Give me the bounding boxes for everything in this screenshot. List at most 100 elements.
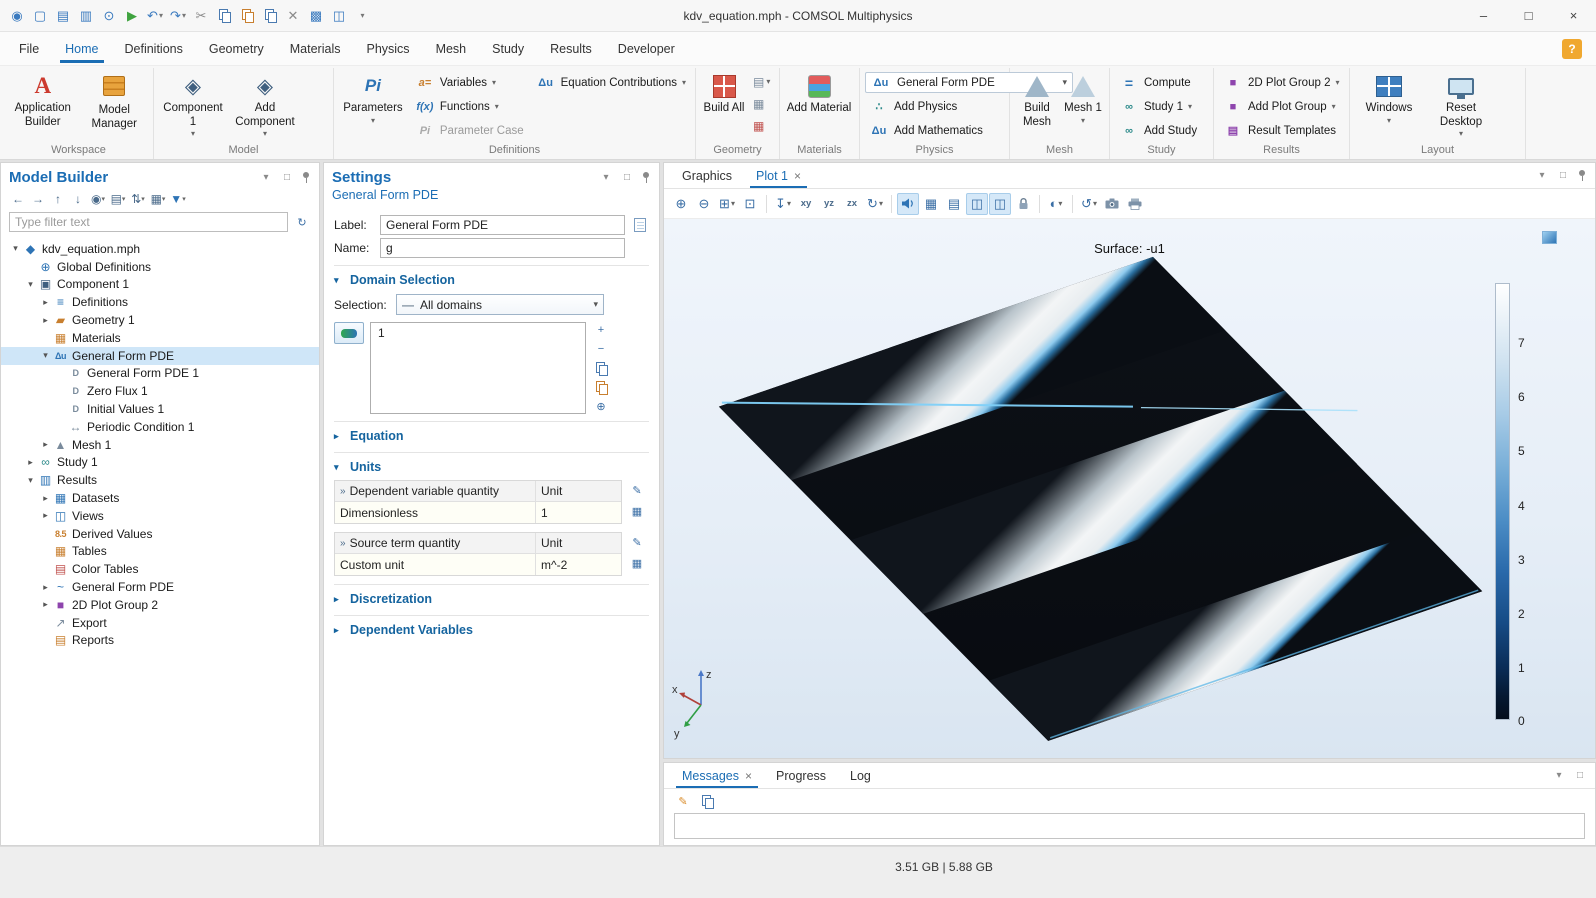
chevron-down-icon[interactable]: ▾: [24, 475, 37, 486]
reset-view-icon[interactable]: ↺▾: [1078, 193, 1100, 215]
chevron-right-icon[interactable]: ▸: [39, 493, 52, 504]
chevron-right-icon[interactable]: ▸: [39, 439, 52, 450]
tree-item-initial-values1[interactable]: DInitial Values 1: [1, 400, 319, 418]
duplicate-icon[interactable]: [259, 4, 281, 28]
units-header[interactable]: ▾ Units: [334, 458, 649, 476]
sound-icon[interactable]: [897, 193, 919, 215]
lock-axes-icon[interactable]: [1012, 193, 1034, 215]
tree-item-zero-flux1[interactable]: DZero Flux 1: [1, 382, 319, 400]
functions-button[interactable]: f(x) Functions ▾: [411, 96, 528, 117]
plot-properties-icon[interactable]: [1542, 231, 1557, 244]
tab-definitions[interactable]: Definitions: [112, 32, 196, 65]
domain-list[interactable]: 1: [370, 322, 586, 414]
tree-item-datasets[interactable]: ▸▦Datasets: [1, 489, 319, 507]
pin-icon[interactable]: [641, 172, 651, 183]
tree-item-tables[interactable]: ▦Tables: [1, 543, 319, 561]
tab-geometry[interactable]: Geometry: [196, 32, 277, 65]
help-button[interactable]: ?: [1562, 39, 1582, 59]
chevron-right-icon[interactable]: ▸: [39, 315, 52, 326]
rename-icon[interactable]: [631, 217, 649, 233]
cut-icon[interactable]: ✂: [190, 4, 212, 28]
open-file-icon[interactable]: ▤: [52, 4, 74, 28]
unit-cell[interactable]: m^-2: [535, 554, 621, 575]
pin-icon[interactable]: [301, 172, 311, 183]
chevron-down-icon[interactable]: ▾: [259, 172, 273, 183]
save-file-icon[interactable]: ▥: [75, 4, 97, 28]
zoom-out-icon[interactable]: ⊖: [693, 193, 715, 215]
search-icon[interactable]: ⊙: [98, 4, 120, 28]
node-label-options-icon[interactable]: ▤▾: [109, 190, 127, 208]
add-study-button[interactable]: ∞ Add Study: [1115, 120, 1208, 141]
yz-view-icon[interactable]: yz: [818, 193, 840, 215]
windows-button[interactable]: Windows ▾: [1355, 69, 1423, 125]
plot-canvas[interactable]: Surface: -u1 7 6 5 4 3 2 1 0: [664, 219, 1595, 758]
chevron-right-icon[interactable]: ▸: [24, 457, 37, 468]
scene-light-icon[interactable]: ◐▾: [1045, 193, 1067, 215]
quantity-cell[interactable]: Dimensionless: [335, 502, 535, 523]
filter-icon[interactable]: ▼▾: [169, 190, 187, 208]
chevron-down-icon[interactable]: ▾: [599, 172, 613, 183]
domain-selection-header[interactable]: ▾ Domain Selection: [334, 271, 649, 289]
variables-button[interactable]: a= Variables ▾: [411, 72, 528, 93]
axis-labels-icon[interactable]: ▤: [943, 193, 965, 215]
tab-file[interactable]: File: [6, 32, 52, 65]
forward-icon[interactable]: →: [29, 190, 47, 208]
zx-view-icon[interactable]: zx: [841, 193, 863, 215]
tree-item-2d-plot-group2[interactable]: ▸■2D Plot Group 2: [1, 596, 319, 614]
tab-progress[interactable]: Progress: [766, 763, 836, 788]
component-button[interactable]: ◈ Component 1 ▾: [159, 69, 227, 138]
chevron-down-icon[interactable]: ▾: [1552, 770, 1566, 781]
run-icon[interactable]: ▶: [121, 4, 143, 28]
tree-item-mesh1[interactable]: ▸▲Mesh 1: [1, 436, 319, 454]
equation-header[interactable]: ▸ Equation: [334, 427, 649, 445]
tab-log[interactable]: Log: [840, 763, 881, 788]
move-down-icon[interactable]: ↓: [69, 190, 87, 208]
minimize-button[interactable]: –: [1461, 0, 1506, 31]
tree-item-color-tables[interactable]: ▤Color Tables: [1, 560, 319, 578]
application-builder-button[interactable]: A Application Builder: [9, 69, 77, 129]
tree-item-periodic-condition1[interactable]: ↔Periodic Condition 1: [1, 418, 319, 436]
copy-selection-icon[interactable]: [592, 360, 610, 376]
float-panel-icon[interactable]: □: [1556, 170, 1570, 181]
maximize-button[interactable]: □: [1506, 0, 1551, 31]
quantity-cell[interactable]: Custom unit: [335, 554, 535, 575]
snapshot-icon[interactable]: [1101, 193, 1123, 215]
report-icon[interactable]: ◫: [328, 4, 350, 28]
tree-item-component1[interactable]: ▾▣Component 1: [1, 276, 319, 294]
copy-icon[interactable]: [213, 4, 235, 28]
edit-unit-icon[interactable]: ✎: [628, 534, 646, 550]
tree-item-geometry1[interactable]: ▸▰Geometry 1: [1, 311, 319, 329]
tree-item-results[interactable]: ▾▥Results: [1, 471, 319, 489]
add-plot-group-button[interactable]: ■ Add Plot Group ▾: [1219, 96, 1344, 117]
paste-icon[interactable]: [236, 4, 258, 28]
add-material-button[interactable]: Add Material: [785, 69, 853, 116]
plot-group2-button[interactable]: ■ 2D Plot Group 2 ▾: [1219, 72, 1344, 93]
delete-icon[interactable]: ✕: [282, 4, 304, 28]
equation-contributions-button[interactable]: Δu Equation Contributions ▾: [532, 72, 690, 93]
build-mesh-button[interactable]: Build Mesh: [1015, 69, 1059, 129]
tree-item-study1[interactable]: ▸∞Study 1: [1, 454, 319, 472]
unit-cell[interactable]: 1: [535, 502, 621, 523]
add-physics-button[interactable]: ∴ Add Physics: [865, 96, 1004, 117]
zoom-in-icon[interactable]: ⊕: [670, 193, 692, 215]
close-button[interactable]: ×: [1551, 0, 1596, 31]
chevron-down-icon[interactable]: ▾: [9, 243, 22, 254]
chevron-right-icon[interactable]: ▸: [39, 510, 52, 521]
tree-item-reports[interactable]: ▤Reports: [1, 632, 319, 650]
tree-item-general-form-pde1[interactable]: DGeneral Form PDE 1: [1, 365, 319, 383]
result-templates-button[interactable]: ▤ Result Templates: [1219, 120, 1344, 141]
tab-home[interactable]: Home: [52, 32, 111, 65]
chevron-right-icon[interactable]: ▸: [39, 297, 52, 308]
tab-physics[interactable]: Physics: [353, 32, 422, 65]
import-geometry-button[interactable]: ▤▾: [751, 72, 772, 91]
add-to-selection-icon[interactable]: +: [592, 322, 610, 338]
show-options-icon[interactable]: ◉▾: [89, 190, 107, 208]
tab-materials[interactable]: Materials: [277, 32, 354, 65]
chevron-right-icon[interactable]: ▸: [39, 582, 52, 593]
split-view-icon[interactable]: ◫: [966, 193, 988, 215]
pin-icon[interactable]: [1577, 170, 1587, 181]
edit-unit-icon[interactable]: ✎: [628, 482, 646, 498]
remove-from-selection-icon[interactable]: −: [592, 341, 610, 357]
float-panel-icon[interactable]: □: [1573, 770, 1587, 781]
float-panel-icon[interactable]: □: [280, 172, 294, 183]
